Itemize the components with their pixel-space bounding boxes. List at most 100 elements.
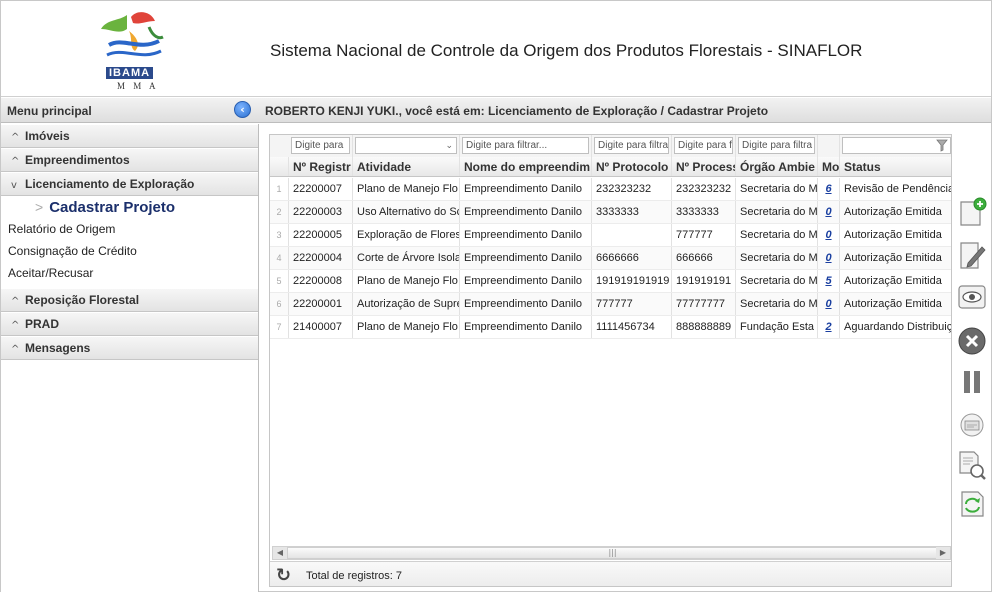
edit-icon[interactable]	[956, 239, 988, 271]
filter-input-nome[interactable]: Digite para filtrar...	[462, 137, 589, 154]
cell-nome: Empreendimento Danilo	[460, 270, 592, 292]
sidebar-section-empreendimentos[interactable]: ^ Empreendimentos	[1, 148, 258, 172]
table-row[interactable]: 4 22200004 Corte de Árvore Isola Empreen…	[270, 247, 951, 270]
refresh-icon[interactable]: ↻	[276, 565, 291, 586]
header: IBAMA M M A Sistema Nacional de Controle…	[1, 1, 991, 97]
cell-mod: 2	[818, 316, 840, 338]
column-header-orgao[interactable]: Órgão Ambie	[736, 157, 818, 176]
scroll-left-icon[interactable]: ◀	[273, 547, 287, 559]
cell-status: Aguardando Distribuiç	[844, 321, 952, 333]
cell-atividade: Plano de Manejo Flo	[353, 178, 460, 200]
mod-link[interactable]: 5	[825, 275, 831, 287]
sidebar-section-licenciamento[interactable]: v Licenciamento de Exploração	[1, 172, 258, 196]
mod-link[interactable]: 2	[825, 321, 831, 333]
sidebar-section-prad[interactable]: ^ PRAD	[1, 312, 258, 336]
cell-nome: Empreendimento Danilo	[460, 316, 592, 338]
mod-link[interactable]: 0	[825, 229, 831, 241]
table-row[interactable]: 3 22200005 Exploração de Flores Empreend…	[270, 224, 951, 247]
column-header-registro[interactable]: Nº Registr	[289, 157, 353, 176]
cell-orgao: Secretaria do M	[736, 247, 818, 269]
mod-link[interactable]: 6	[825, 183, 831, 195]
cell-registro: 21400007	[289, 316, 353, 338]
menu-title: Menu principal	[7, 104, 92, 118]
cell-atividade: Uso Alternativo do Sc	[353, 201, 460, 223]
filter-cell: Digite para fi	[672, 135, 736, 157]
cell-processo: 77777777	[672, 293, 736, 315]
column-header-protocolo[interactable]: Nº Protocolo	[592, 157, 672, 176]
cell-mod: 5	[818, 270, 840, 292]
document-refresh-icon[interactable]	[956, 487, 988, 519]
filter-cell: Digite para filtra	[736, 135, 818, 157]
cell-nome: Empreendimento Danilo	[460, 224, 592, 246]
grid-footer: ↻ Total de registros: 7	[270, 561, 951, 586]
sidebar-item-cadastrar-projeto[interactable]: > Cadastrar Projeto	[1, 196, 258, 218]
table-row[interactable]: 6 22200001 Autorização de Supre Empreend…	[270, 293, 951, 316]
cell-atividade: Corte de Árvore Isola	[353, 247, 460, 269]
table-row[interactable]: 2 22200003 Uso Alternativo do Sc Empreen…	[270, 201, 951, 224]
cell-status: Autorização Emitida	[844, 275, 942, 287]
filter-input-processo[interactable]: Digite para fi	[674, 137, 733, 154]
filter-input-protocolo[interactable]: Digite para filtra	[594, 137, 669, 154]
mod-link[interactable]: 0	[825, 206, 831, 218]
sidebar-section-label: PRAD	[25, 317, 60, 331]
cancel-icon[interactable]	[956, 325, 988, 357]
scroll-right-icon[interactable]: ▶	[936, 547, 950, 559]
cell-registro: 22200001	[289, 293, 353, 315]
cell-mod: 0	[818, 201, 840, 223]
cell-status: Autorização Emitida	[844, 298, 942, 310]
cell-status: Revisão de Pendência	[844, 183, 952, 195]
total-records: Total de registros: 7	[306, 570, 402, 582]
chevron-down-icon: ⌄	[445, 140, 453, 150]
cell-processo: 191919191	[672, 270, 736, 292]
sidebar-section-mensagens[interactable]: ^ Mensagens	[1, 336, 258, 360]
column-header-processo[interactable]: Nº Process	[672, 157, 736, 176]
filter-input-orgao[interactable]: Digite para filtra	[738, 137, 815, 154]
collapse-menu-icon[interactable]: ‹	[234, 101, 251, 118]
cell-registro: 22200003	[289, 201, 353, 223]
filter-row: Digite para ⌄ Digite para filtrar... Dig…	[270, 135, 951, 157]
cell-processo: 666666	[672, 247, 736, 269]
chevron-up-icon: ^	[11, 132, 20, 143]
column-header-atividade[interactable]: Atividade	[353, 157, 460, 176]
pause-icon[interactable]	[956, 366, 988, 398]
cell-atividade: Plano de Manejo Flo	[353, 316, 460, 338]
sidebar-item-relatorio-origem[interactable]: Relatório de Origem	[1, 218, 258, 240]
sidebar-section-imoveis[interactable]: ^ Imóveis	[1, 124, 258, 148]
filter-cell: Digite para filtra	[592, 135, 672, 157]
card-icon[interactable]	[956, 409, 988, 441]
cell-registro: 22200007	[289, 178, 353, 200]
view-eye-icon[interactable]	[956, 281, 988, 313]
table-row[interactable]: 1 22200007 Plano de Manejo Flo Empreendi…	[270, 178, 952, 201]
chevron-down-icon: v	[11, 180, 17, 191]
table-row[interactable]: 7 21400007 Plano de Manejo Flo Empreendi…	[270, 316, 952, 339]
column-header-mod[interactable]: Moc	[818, 157, 840, 176]
cell-orgao: Secretaria do M	[736, 270, 818, 292]
app-window: IBAMA M M A Sistema Nacional de Controle…	[0, 0, 992, 592]
filter-funnel-icon[interactable]	[936, 139, 948, 152]
mod-link[interactable]: 0	[825, 252, 831, 264]
logo-text: IBAMA	[106, 67, 154, 79]
horizontal-scrollbar[interactable]: ◀ ||| ▶	[272, 546, 951, 560]
sidebar-item-aceitar-recusar[interactable]: Aceitar/Recusar	[1, 262, 258, 284]
add-document-icon[interactable]	[956, 196, 988, 228]
row-number: 6	[270, 293, 289, 315]
column-header-nome[interactable]: Nome do empreendim	[460, 157, 592, 176]
filter-select-atividade[interactable]: ⌄	[355, 137, 457, 154]
filter-cell: Digite para filtrar...	[460, 135, 592, 157]
cell-protocolo	[592, 224, 672, 246]
top-bar: Menu principal ‹ ROBERTO KENJI YUKI., vo…	[1, 98, 991, 123]
column-header-status[interactable]: Status	[840, 157, 951, 176]
sidebar-item-consignacao-credito[interactable]: Consignação de Crédito	[1, 240, 258, 262]
sidebar-section-reposicao[interactable]: ^ Reposição Florestal	[1, 288, 258, 312]
cell-mod: 0	[818, 293, 840, 315]
filter-input-registro[interactable]: Digite para	[291, 137, 350, 154]
mod-link[interactable]: 0	[825, 298, 831, 310]
scrollbar-thumb[interactable]: |||	[287, 547, 938, 559]
sidebar-section-label: Imóveis	[25, 129, 70, 143]
document-search-icon[interactable]	[956, 449, 988, 481]
sidebar-item-label: Cadastrar Projeto	[49, 199, 176, 216]
chevron-right-icon: >	[35, 199, 44, 215]
table-row[interactable]: 5 22200008 Plano de Manejo Flo Empreendi…	[270, 270, 951, 293]
filter-input-status[interactable]	[842, 137, 951, 154]
filter-input-mod[interactable]	[820, 137, 837, 154]
